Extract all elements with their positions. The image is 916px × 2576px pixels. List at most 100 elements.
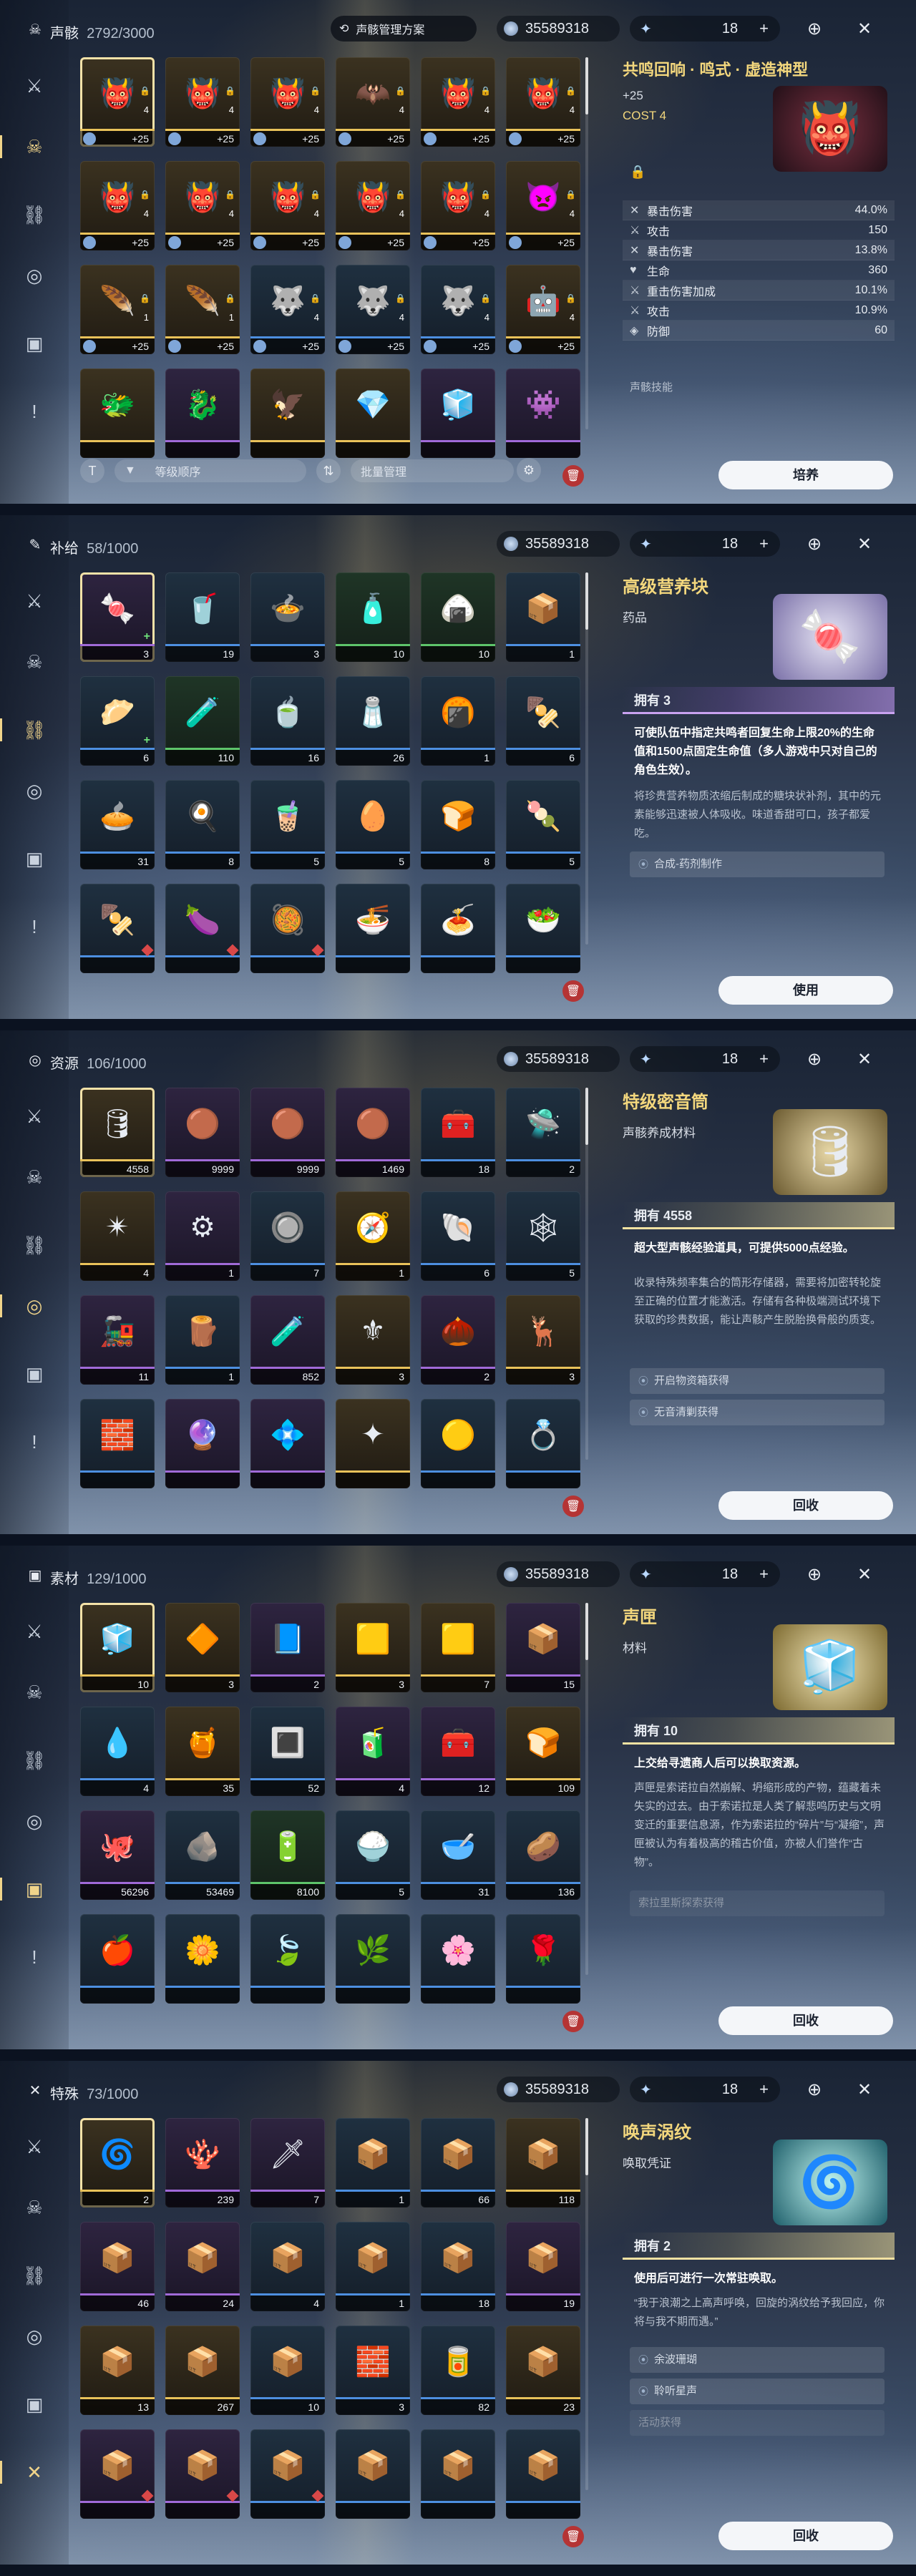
item-slot[interactable]: 🍢 6 (506, 676, 580, 766)
item-slot[interactable]: 🐺 +25 4 🔒 (250, 265, 325, 354)
item-slot[interactable]: 🥟 6 + (80, 676, 155, 766)
sort-dropdown[interactable]: ▼ 等级顺序 (114, 459, 306, 482)
close-icon[interactable]: ✕ (852, 16, 877, 42)
material-icon[interactable]: ▣ (20, 1360, 49, 1388)
item-slot[interactable]: 🦅 (250, 369, 325, 458)
item-slot[interactable]: 🚂 11 (80, 1295, 155, 1385)
action-button[interactable]: 使用 (718, 976, 893, 1005)
item-slot[interactable]: 🟤 9999 (250, 1088, 325, 1177)
source-entry[interactable]: ⦿ 合成-药剂制作 (630, 852, 885, 877)
trash-icon[interactable]: 🗑 (562, 2526, 584, 2547)
item-slot[interactable]: 📦 66 (421, 2118, 495, 2207)
item-slot[interactable]: 📦 15 (506, 1603, 580, 1692)
item-slot[interactable]: ✴ 4 (80, 1191, 155, 1281)
item-slot[interactable]: 🥤 19 (165, 572, 240, 662)
chain-icon[interactable]: ⛓ (20, 200, 49, 229)
item-slot[interactable]: 👹 +25 4 🔒 (421, 57, 495, 147)
item-slot[interactable]: 📦 4 (250, 2222, 325, 2311)
special-icon[interactable]: ✕ (0, 2458, 49, 2487)
trash-icon[interactable]: 🗑 (562, 1496, 584, 1517)
special-icon[interactable]: ! (20, 912, 49, 941)
item-slot[interactable]: 🧂 26 (336, 676, 410, 766)
item-slot[interactable]: 🥚 5 (336, 780, 410, 869)
item-slot[interactable]: 🐺 +25 4 🔒 (336, 265, 410, 354)
item-slot[interactable]: 🧪 852 (250, 1295, 325, 1385)
scrollbar[interactable] (585, 1088, 588, 1460)
item-slot[interactable]: 📦 46 (80, 2222, 155, 2311)
action-button[interactable]: 回收 (718, 2522, 893, 2550)
item-slot[interactable]: 🧰 18 (421, 1088, 495, 1177)
filter-icon[interactable]: T (80, 459, 104, 483)
mask-icon[interactable]: ☠ (20, 1678, 49, 1707)
item-slot[interactable]: 🐲 (80, 369, 155, 458)
item-slot[interactable]: 📦 (80, 2429, 155, 2519)
item-slot[interactable]: 📦 (336, 2429, 410, 2519)
bulk-button[interactable]: 批量管理 (351, 459, 514, 482)
scrollbar[interactable] (585, 572, 588, 945)
scrollbar[interactable] (585, 57, 588, 429)
material-icon[interactable]: ▣ (20, 2390, 49, 2419)
resource-icon[interactable]: ◎ (20, 2322, 49, 2351)
item-slot[interactable]: 🔳 52 (250, 1707, 325, 1796)
source-entry-1[interactable]: ⦿ 余波珊瑚 (630, 2347, 885, 2373)
item-slot[interactable]: 🐺 +25 4 🔒 (421, 265, 495, 354)
item-slot[interactable]: 🌼 (165, 1914, 240, 2004)
item-slot[interactable]: 🟡 (421, 1399, 495, 1488)
trash-icon[interactable]: 🗑 (562, 465, 584, 487)
item-slot[interactable]: 🧊 (421, 369, 495, 458)
item-slot[interactable]: 👿 +25 4 🔒 (506, 161, 580, 250)
item-slot[interactable]: 📦 24 (165, 2222, 240, 2311)
item-slot[interactable]: 📘 2 (250, 1603, 325, 1692)
item-slot[interactable]: 🥘 (250, 884, 325, 973)
item-slot[interactable]: 🥗 (506, 884, 580, 973)
item-slot[interactable]: 🪵 1 (165, 1295, 240, 1385)
level-plus-button[interactable]: + (759, 535, 769, 553)
sword-icon[interactable]: ⚔ (20, 587, 49, 615)
item-slot[interactable]: 🔘 7 (250, 1191, 325, 1281)
item-slot[interactable]: 🍳 8 (165, 780, 240, 869)
item-slot[interactable]: 🌿 (336, 1914, 410, 2004)
item-slot[interactable]: 👹 +25 4 🔒 (165, 161, 240, 250)
sword-icon[interactable]: ⚔ (20, 2132, 49, 2161)
sword-icon[interactable]: ⚔ (20, 1102, 49, 1131)
trash-icon[interactable]: 🗑 (562, 2011, 584, 2032)
target-icon[interactable]: ⊕ (802, 2077, 827, 2102)
item-slot[interactable]: 🍡 5 (506, 780, 580, 869)
item-slot[interactable]: 👹 +25 4 🔒 (250, 161, 325, 250)
item-slot[interactable]: 🍞 109 (506, 1707, 580, 1796)
resource-icon[interactable]: ◎ (20, 1807, 49, 1835)
item-slot[interactable]: 📦 13 (80, 2326, 155, 2415)
mask-icon[interactable]: ☠ (20, 1163, 49, 1191)
item-slot[interactable]: 🟤 9999 (165, 1088, 240, 1177)
item-slot[interactable]: 📦 267 (165, 2326, 240, 2415)
trash-icon[interactable]: 🗑 (562, 980, 584, 1002)
item-slot[interactable]: 🛢 4558 (80, 1088, 155, 1177)
item-slot[interactable]: 📦 (421, 2429, 495, 2519)
item-slot[interactable]: 🥧 31 (80, 780, 155, 869)
target-icon[interactable]: ⊕ (802, 1046, 827, 1072)
chain-icon[interactable]: ⛓ (20, 2261, 49, 2290)
item-slot[interactable]: 🟨 3 (336, 1603, 410, 1692)
item-slot[interactable]: 👹 +25 4 🔒 (506, 57, 580, 147)
item-slot[interactable]: 🍙 10 (421, 572, 495, 662)
item-slot[interactable]: 🐚 6 (421, 1191, 495, 1281)
item-slot[interactable]: 📦 19 (506, 2222, 580, 2311)
level-plus-button[interactable]: + (759, 1565, 769, 1584)
item-slot[interactable]: 🍎 (80, 1914, 155, 2004)
item-slot[interactable]: 🟨 7 (421, 1603, 495, 1692)
resource-icon[interactable]: ◎ (20, 261, 49, 290)
item-slot[interactable]: 🪨 53469 (165, 1810, 240, 1900)
item-slot[interactable]: 💎 (336, 369, 410, 458)
item-slot[interactable]: 🧋 5 (250, 780, 325, 869)
item-slot[interactable]: 🦌 3 (506, 1295, 580, 1385)
close-icon[interactable]: ✕ (852, 531, 877, 557)
item-slot[interactable]: 📦 (250, 2429, 325, 2519)
item-slot[interactable]: 👹 +25 4 🔒 (421, 161, 495, 250)
item-slot[interactable]: ⚙ 1 (165, 1191, 240, 1281)
material-icon[interactable]: ▣ (0, 1875, 49, 1903)
item-slot[interactable]: 🦇 +25 4 🔒 (336, 57, 410, 147)
target-icon[interactable]: ⊕ (802, 1561, 827, 1587)
item-slot[interactable]: 🐙 56296 (80, 1810, 155, 1900)
item-slot[interactable]: 👾 (506, 369, 580, 458)
plan-button[interactable]: ⟲ 声骸管理方案 (331, 16, 477, 42)
